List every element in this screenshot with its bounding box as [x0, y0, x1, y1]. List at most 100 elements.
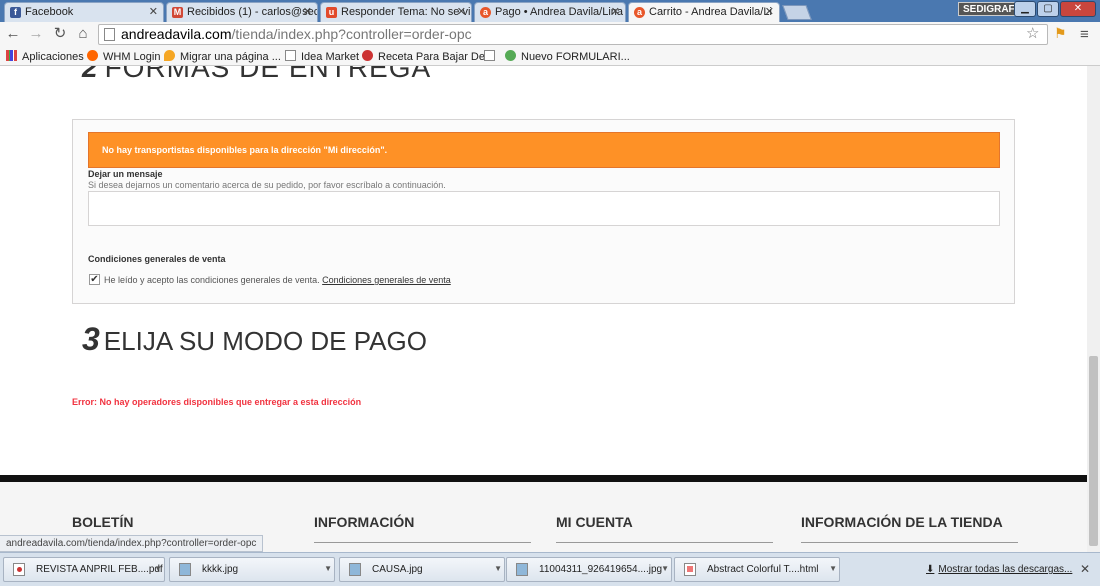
back-arrow-icon[interactable]: ← [4, 25, 22, 43]
tab-gmail[interactable]: M Recibidos (1) - carlos@sec ✕ [166, 2, 318, 22]
page-icon [104, 28, 115, 41]
close-downloads-icon[interactable]: ✕ [1080, 562, 1090, 576]
bookmark-star-icon[interactable]: ☆ [1026, 24, 1039, 42]
download-name: kkkk.jpg [202, 564, 239, 575]
download-item[interactable]: Abstract Colorful T....html ▼ [674, 557, 840, 582]
download-name: 11004311_926419654....jpg [539, 564, 663, 575]
bookmark-migrar[interactable]: Migrar una página ... [164, 50, 281, 63]
tab-title: Facebook [25, 6, 74, 18]
footer-divider [801, 542, 1018, 543]
close-tab-icon[interactable]: ✕ [457, 5, 466, 18]
section-number: 2 [82, 66, 99, 83]
download-item[interactable]: kkkk.jpg ▼ [169, 557, 335, 582]
section-heading-delivery: 2 FORMAS DE ENTREGA [82, 66, 431, 84]
close-tab-icon[interactable]: ✕ [765, 5, 774, 18]
tab-pago[interactable]: a Pago • Andrea Davila/Lina ✕ [474, 2, 626, 22]
store-icon: a [480, 7, 491, 18]
bookmark-label: Receta Para Bajar De... [378, 51, 495, 63]
close-window-button[interactable]: ✕ [1060, 1, 1096, 17]
download-item[interactable]: REVISTA ANPRIL FEB....pdf ▼ [3, 557, 165, 582]
forward-arrow-icon[interactable]: → [27, 25, 45, 43]
section-title: ELIJA SU MODO DE PAGO [103, 326, 427, 356]
message-label: Dejar un mensaje [88, 169, 163, 179]
close-tab-icon[interactable]: ✕ [611, 5, 620, 18]
bookmark-formulario[interactable]: Nuevo FORMULARI... [505, 50, 630, 63]
footer-divider [314, 542, 531, 543]
show-all-label: Mostrar todas las descargas... [938, 564, 1073, 575]
chevron-down-icon[interactable]: ▼ [829, 564, 837, 573]
message-textarea[interactable] [88, 191, 1000, 226]
section-title: FORMAS DE ENTREGA [104, 66, 432, 83]
url-domain: andreadavila.com [121, 26, 232, 42]
bookmark-apps[interactable]: Aplicaciones [6, 50, 84, 63]
download-name: Abstract Colorful T....html [707, 564, 819, 575]
pdf-file-icon [13, 563, 25, 576]
download-arrow-icon: ⬇ [926, 564, 935, 575]
conditions-link[interactable]: Condiciones generales de venta [322, 275, 451, 285]
tab-title: Carrito - Andrea Davila/Li [649, 6, 772, 18]
page-content: 2 FORMAS DE ENTREGA No hay transportistas… [0, 66, 1087, 552]
carrier-alert: No hay transportistas disponibles para l… [88, 132, 1000, 168]
new-tab-button[interactable] [782, 5, 812, 20]
tab-forum[interactable]: u Responder Tema: No se vi ✕ [320, 2, 472, 22]
footer-divider [556, 542, 773, 543]
bookmarks-bar: Aplicaciones WHM Login Migrar una página… [0, 47, 1100, 66]
tab-title: Responder Tema: No se vi [341, 6, 471, 18]
tab-title: Recibidos (1) - carlos@sec [187, 6, 318, 18]
download-name: REVISTA ANPRIL FEB....pdf [36, 564, 163, 575]
page-scrollbar[interactable] [1087, 66, 1100, 552]
scrollbar-thumb[interactable] [1089, 356, 1098, 546]
show-all-downloads-link[interactable]: ⬇ Mostrar todas las descargas... [926, 564, 1072, 575]
section-heading-payment: 3 ELIJA SU MODO DE PAGO [82, 321, 427, 358]
maximize-button[interactable]: ▢ [1037, 1, 1059, 17]
chevron-down-icon[interactable]: ▼ [494, 564, 502, 573]
tab-facebook[interactable]: f Facebook ✕ [4, 2, 164, 22]
heart-icon [362, 50, 373, 61]
page-icon [285, 50, 296, 61]
footer-info-heading: INFORMACIÓN [314, 514, 415, 530]
bookmark-whm[interactable]: WHM Login [87, 50, 160, 63]
chevron-down-icon[interactable]: ▼ [324, 564, 332, 573]
payment-error: Error: No hay operadores disponibles que… [72, 397, 362, 407]
bookmark-label: WHM Login [103, 51, 161, 63]
home-icon[interactable]: ⌂ [74, 25, 92, 43]
conditions-text: He leído y acepto las condiciones genera… [104, 275, 451, 285]
conditions-title: Condiciones generales de venta [88, 254, 226, 264]
menu-icon[interactable]: ≡ [1080, 26, 1089, 43]
chevron-down-icon[interactable]: ▼ [154, 564, 162, 573]
delivery-box: No hay transportistas disponibles para l… [72, 119, 1015, 304]
tab-strip: f Facebook ✕ M Recibidos (1) - carlos@se… [0, 0, 1100, 22]
section-number: 3 [82, 321, 100, 357]
tab-title: Pago • Andrea Davila/Lina [495, 6, 623, 18]
flame-icon [164, 50, 175, 61]
forum-icon: u [326, 7, 337, 18]
apps-grid-icon [6, 50, 17, 61]
bookmark-label: Idea Market [301, 51, 360, 63]
reload-icon[interactable]: ↻ [51, 25, 69, 43]
footer-store-heading: INFORMACIÓN DE LA TIENDA [801, 514, 1003, 530]
page-icon [484, 50, 495, 61]
image-file-icon [179, 563, 191, 576]
tab-carrito[interactable]: a Carrito - Andrea Davila/Li ✕ [628, 2, 780, 22]
extension-icon[interactable]: ⚑ [1054, 25, 1068, 41]
minimize-button[interactable]: ▁ [1014, 1, 1036, 17]
download-item[interactable]: CAUSA.jpg ▼ [339, 557, 505, 582]
bookmark-blank[interactable] [484, 50, 500, 63]
message-hint: Si desea dejarnos un comentario acerca d… [88, 180, 446, 190]
status-url: andreadavila.com/tienda/index.php?contro… [0, 535, 264, 552]
chevron-down-icon[interactable]: ▼ [661, 564, 669, 573]
close-tab-icon[interactable]: ✕ [303, 5, 312, 18]
download-item[interactable]: 11004311_926419654....jpg ▼ [506, 557, 672, 582]
bookmark-idea-market[interactable]: Idea Market [285, 50, 359, 63]
conditions-label: He leído y acepto las condiciones genera… [104, 275, 320, 285]
close-tab-icon[interactable]: ✕ [149, 5, 158, 18]
downloads-bar: REVISTA ANPRIL FEB....pdf ▼ kkkk.jpg ▼ CAU… [0, 552, 1100, 586]
html-file-icon [684, 563, 696, 576]
bookmark-receta[interactable]: Receta Para Bajar De... [362, 50, 494, 63]
facebook-icon: f [10, 7, 21, 18]
bookmark-label: Aplicaciones [22, 51, 84, 63]
browser-toolbar: ← → ↻ ⌂ andreadavila.com/tienda/index.ph… [0, 22, 1100, 47]
footer-account-heading: MI CUENTA [556, 514, 633, 530]
terms-checkbox[interactable]: ✔ [89, 274, 100, 285]
address-bar[interactable]: andreadavila.com/tienda/index.php?contro… [98, 24, 1048, 45]
